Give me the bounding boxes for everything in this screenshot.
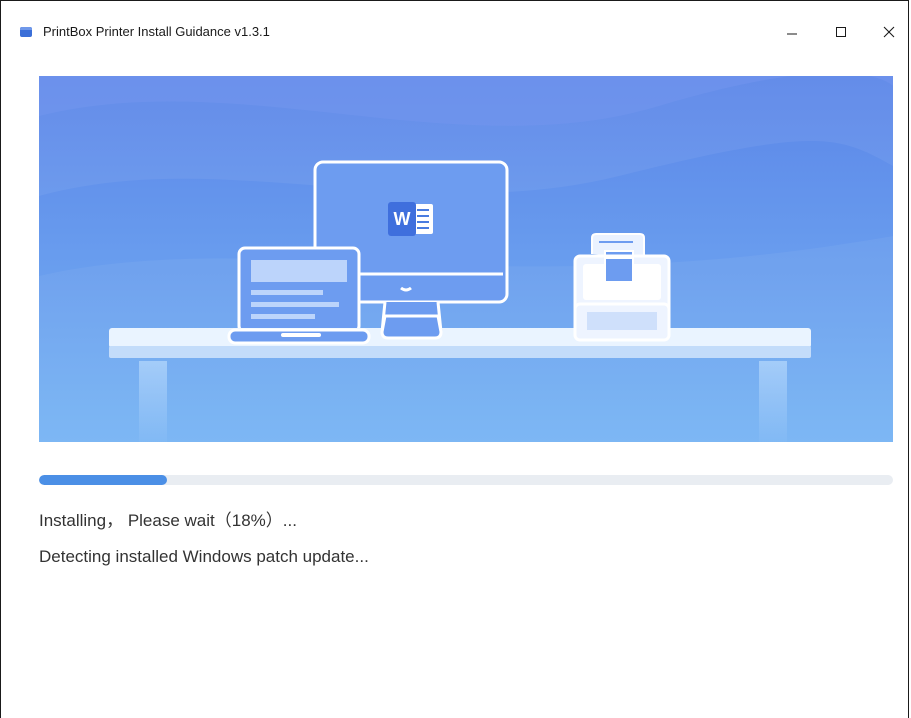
- installer-window: PrintBox Printer Install Guidance v1.3.1: [0, 0, 909, 718]
- window-title: PrintBox Printer Install Guidance v1.3.1: [43, 24, 270, 39]
- install-progress-bar: [39, 475, 893, 485]
- minimize-icon: [787, 33, 797, 35]
- install-detail-text: Detecting installed Windows patch update…: [39, 547, 369, 566]
- installer-banner-illustration: W: [39, 76, 893, 442]
- install-progress-fill: [39, 475, 168, 485]
- maximize-button[interactable]: [821, 19, 861, 45]
- close-icon: [883, 26, 895, 38]
- minimize-button[interactable]: [772, 19, 812, 45]
- app-icon: [20, 27, 32, 37]
- title-bar[interactable]: PrintBox Printer Install Guidance v1.3.1: [1, 1, 908, 45]
- svg-text:W: W: [394, 209, 411, 229]
- maximize-icon: [836, 27, 846, 37]
- install-status-text: Installing， Please wait（18%）...: [39, 511, 297, 530]
- close-button[interactable]: [869, 19, 909, 45]
